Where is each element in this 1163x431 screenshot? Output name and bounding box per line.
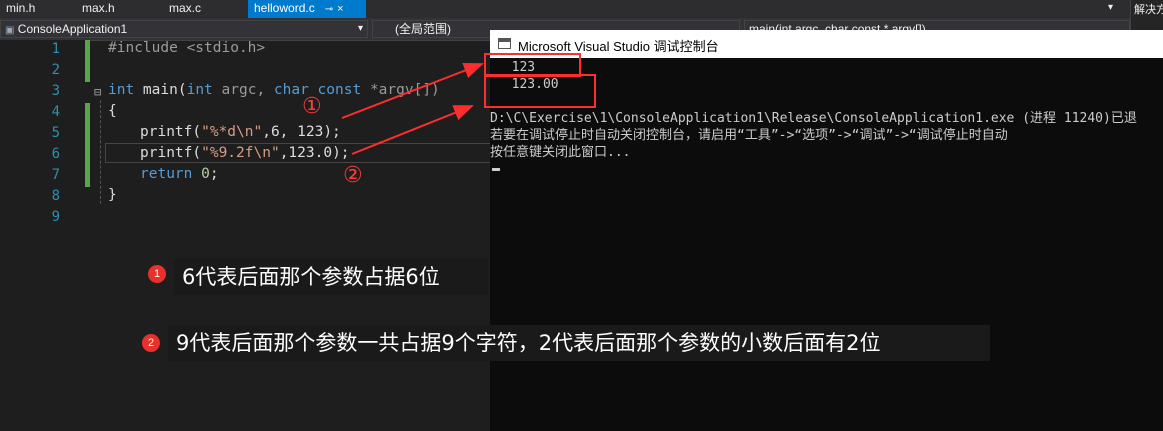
note-badge-1: 1 <box>148 265 166 283</box>
arrow-2 <box>351 105 474 155</box>
note-2: 9代表后面那个参数一共占据9个字符，2代表后面那个参数的小数后面有2位 <box>168 325 990 361</box>
annotation-marker-2: ② <box>343 163 363 188</box>
note-badge-2: 2 <box>142 334 160 352</box>
annotation-marker-1: ① <box>302 94 322 119</box>
annotation-arrows <box>341 63 484 155</box>
note-1: 6代表后面那个参数占据6位 <box>174 259 488 295</box>
